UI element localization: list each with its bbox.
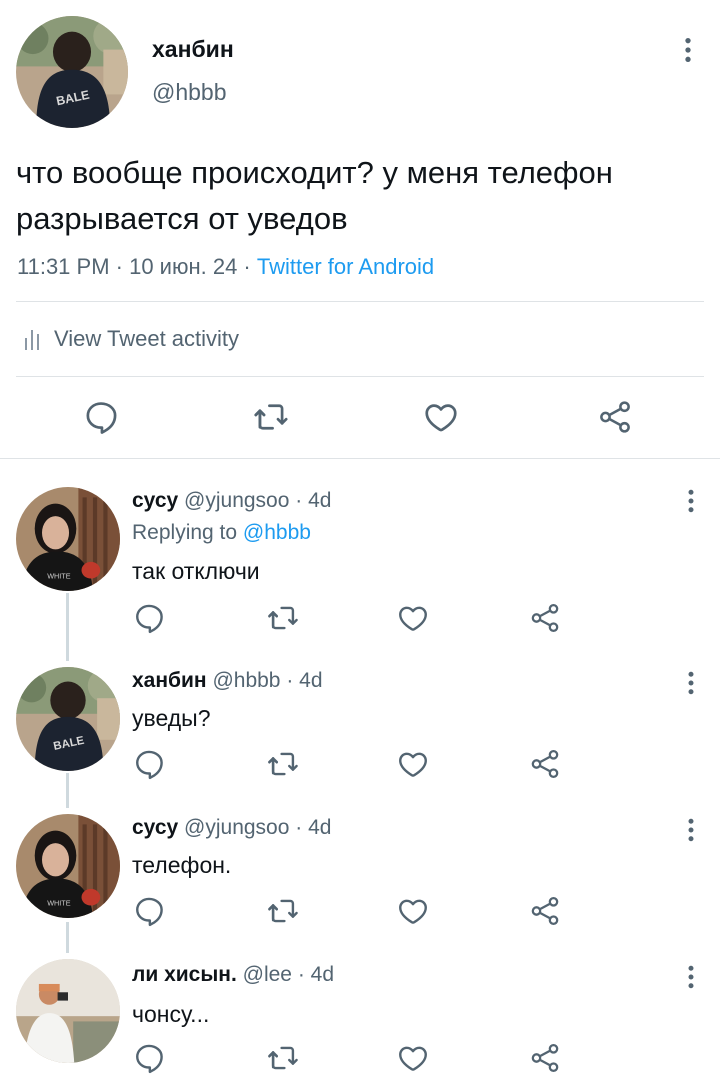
- thread-line: [66, 773, 69, 788]
- replying-to: Replying to @hbbb: [132, 521, 311, 545]
- share-icon[interactable]: [528, 747, 562, 781]
- reply-tweet[interactable]: сусу @yjungsoo · 4d Replying to @hbbb та…: [0, 459, 720, 641]
- share-icon[interactable]: [528, 894, 562, 928]
- reply-tweet[interactable]: ханбин @hbbb · 4d уведы?: [0, 641, 720, 788]
- reply-tweet[interactable]: сусу @yjungsoo · 4d телефон.: [0, 788, 720, 935]
- reply-header: ли хисын. @lee · 4d: [132, 963, 334, 987]
- retweet-icon[interactable]: [266, 894, 300, 928]
- reply-header: сусу @yjungsoo · 4d: [132, 816, 331, 840]
- avatar[interactable]: [16, 814, 120, 918]
- retweet-icon[interactable]: [266, 601, 300, 635]
- author-handle-time[interactable]: @yjungsoo · 4d: [178, 489, 331, 512]
- divider: [16, 376, 704, 377]
- reply-header: ханбин @hbbb · 4d: [132, 669, 323, 693]
- author-name[interactable]: ханбин: [152, 36, 234, 63]
- reply-text: так отключи: [132, 558, 260, 584]
- heart-icon[interactable]: [396, 747, 430, 781]
- bar-chart-icon: [24, 328, 40, 350]
- author-name[interactable]: сусу: [132, 816, 178, 839]
- author-handle-time[interactable]: @hbbb · 4d: [207, 669, 322, 692]
- activity-label: View Tweet activity: [54, 326, 240, 351]
- author-name[interactable]: ли хисын.: [132, 963, 237, 986]
- reply-tweet[interactable]: ли хисын. @lee · 4d чонсу...: [0, 935, 720, 1090]
- heart-icon[interactable]: [396, 894, 430, 928]
- author-handle[interactable]: @hbbb: [152, 79, 227, 106]
- tweet-text: что вообще происходит? у меня телефон ра…: [16, 155, 613, 236]
- heart-icon[interactable]: [396, 1041, 430, 1075]
- main-tweet: ханбин @hbbb что вообще происходит? у ме…: [0, 0, 720, 458]
- more-vertical-icon[interactable]: [676, 962, 706, 992]
- reply-text: телефон.: [132, 852, 232, 878]
- avatar[interactable]: [16, 959, 120, 1063]
- comment-icon[interactable]: [132, 601, 166, 635]
- author-name[interactable]: ханбин: [132, 669, 207, 692]
- comment-icon[interactable]: [132, 894, 166, 928]
- more-vertical-icon[interactable]: [676, 668, 706, 698]
- view-tweet-activity[interactable]: View Tweet activity: [24, 326, 239, 352]
- heart-icon[interactable]: [396, 601, 430, 635]
- more-vertical-icon[interactable]: [672, 32, 704, 68]
- comment-icon[interactable]: [82, 398, 120, 436]
- comment-icon[interactable]: [132, 1041, 166, 1075]
- more-vertical-icon[interactable]: [676, 815, 706, 845]
- thread-line: [66, 935, 69, 953]
- retweet-icon[interactable]: [252, 398, 290, 436]
- share-icon[interactable]: [596, 398, 634, 436]
- divider: [16, 301, 704, 302]
- replying-prefix: Replying to: [132, 521, 243, 544]
- reply-header: сусу @yjungsoo · 4d: [132, 489, 331, 513]
- author-handle-time[interactable]: @lee · 4d: [237, 963, 334, 986]
- avatar[interactable]: [16, 16, 128, 128]
- author-name[interactable]: сусу: [132, 489, 178, 512]
- comment-icon[interactable]: [132, 747, 166, 781]
- share-icon[interactable]: [528, 1041, 562, 1075]
- more-vertical-icon[interactable]: [676, 486, 706, 516]
- tweet-meta: 11:31 PM · 10 июн. 24 · Twitter for Andr…: [17, 254, 434, 280]
- share-icon[interactable]: [528, 601, 562, 635]
- reply-text: уведы?: [132, 705, 211, 731]
- retweet-icon[interactable]: [266, 1041, 300, 1075]
- avatar[interactable]: [16, 487, 120, 591]
- author-handle-time[interactable]: @yjungsoo · 4d: [178, 816, 331, 839]
- thread-line: [66, 593, 69, 641]
- heart-icon[interactable]: [422, 398, 460, 436]
- reply-text: чонсу...: [132, 1001, 210, 1027]
- replying-to-handle[interactable]: @hbbb: [243, 521, 311, 544]
- avatar[interactable]: [16, 667, 120, 771]
- retweet-icon[interactable]: [266, 747, 300, 781]
- tweet-timestamp: 11:31 PM · 10 июн. 24 ·: [17, 254, 257, 279]
- thread-line: [66, 922, 69, 935]
- thread-line: [66, 788, 69, 808]
- tweet-source-link[interactable]: Twitter for Android: [257, 254, 434, 279]
- thread-line: [66, 641, 69, 661]
